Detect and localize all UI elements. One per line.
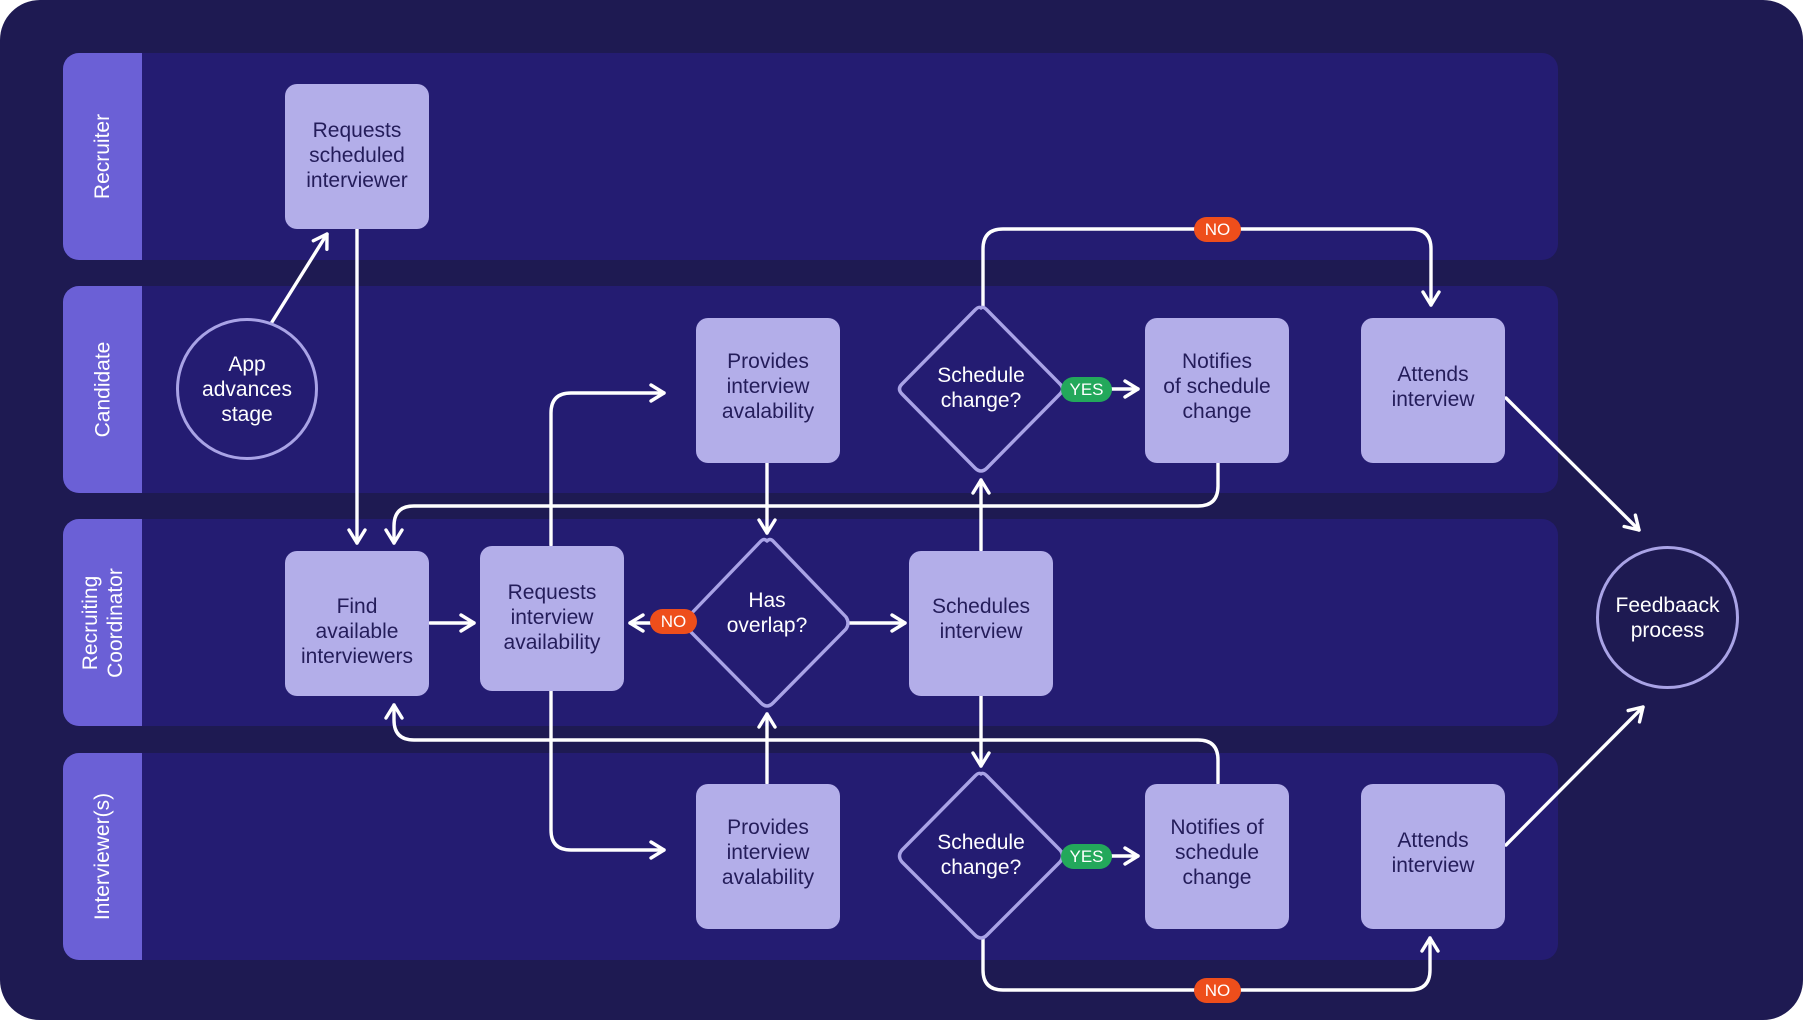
decision-label-candidate-schedule-change: Schedule change? <box>921 363 1041 413</box>
node-label-line: interviewers <box>300 645 414 668</box>
node-label-line: Schedule <box>937 831 1025 854</box>
connectors <box>270 227 1645 992</box>
node-label-line: overlap? <box>726 614 808 637</box>
edge-candidate-attends-to-feedback <box>1504 396 1641 532</box>
node-label-line: interview <box>1391 854 1475 877</box>
node-label-line: availability <box>503 631 601 654</box>
end-node-feedback-process: Feedbaack process <box>1596 546 1739 689</box>
process-requests-scheduled-interviewer: Requests scheduled interviewer <box>285 84 429 229</box>
node-label-line: available <box>315 620 399 643</box>
node-label: Notifies of schedule change <box>1152 815 1282 890</box>
decision-label-has-overlap: Has overlap? <box>707 588 827 638</box>
node-label-line: Provides <box>727 816 809 839</box>
node-label-line: Attends <box>1397 363 1469 386</box>
decision-label-interviewer-schedule-change: Schedule change? <box>921 830 1041 880</box>
node-label-line: change <box>1182 866 1252 889</box>
edge-requests-to-interviewer-provides <box>549 688 666 860</box>
node-label-line: advances <box>202 377 292 401</box>
node-label-line: Attends <box>1397 829 1469 852</box>
node-label: Schedules interview <box>916 594 1046 644</box>
node-label: Feedbaack process <box>1616 593 1720 643</box>
node-label-line: Has <box>748 589 786 612</box>
node-label-line: avalability <box>721 866 815 889</box>
edge-candidate-notifies-to-find <box>384 461 1220 545</box>
node-label: Attends interview <box>1368 362 1498 412</box>
no-badge-interviewer-change: NO <box>1194 978 1241 1003</box>
node-label-line: interview <box>726 841 810 864</box>
node-label: App advances stage <box>202 352 292 427</box>
node-label-line: change? <box>940 856 1022 879</box>
no-badge-candidate-change: NO <box>1194 217 1241 242</box>
node-label-line: stage <box>221 402 273 426</box>
process-schedules-interview: Schedules interview <box>909 551 1053 696</box>
node-label-line: of schedule <box>1163 375 1271 398</box>
start-node-app-advances-stage: App advances stage <box>176 318 318 460</box>
node-label-line: Feedbaack <box>1615 593 1720 617</box>
process-requests-interview-availability: Requests interview availability <box>480 546 624 691</box>
node-label-line: scheduled <box>309 144 405 167</box>
process-interviewer-attends-interview: Attends interview <box>1361 784 1505 929</box>
edge-requests-to-candidate-provides <box>549 383 666 547</box>
process-find-available-interviewers: Find available interviewers <box>285 551 429 696</box>
node-label-line: process <box>1630 618 1705 642</box>
process-interviewer-provides-availability: Provides interview avalability <box>696 784 840 929</box>
process-candidate-provides-availability: Provides interview avalability <box>696 318 840 463</box>
node-label-line: interview <box>510 606 594 629</box>
process-candidate-notifies-schedule-change: Notifies of schedule change <box>1145 318 1289 463</box>
node-label: Find available interviewers <box>292 594 422 669</box>
node-label-line: avalability <box>721 400 815 423</box>
yes-badge-candidate-change: YES <box>1061 377 1112 402</box>
node-label-line: schedule <box>1174 841 1260 864</box>
no-badge-has-overlap: NO <box>650 609 697 634</box>
edge-interviewer-notifies-to-find <box>384 703 1220 785</box>
node-label-line: App <box>228 352 266 376</box>
edge-app-to-requests-scheduled <box>270 232 329 324</box>
node-label-line: Requests <box>507 581 597 604</box>
node-label: Attends interview <box>1368 828 1498 878</box>
node-label-line: Notifies <box>1181 350 1253 373</box>
node-label-line: Requests <box>312 119 402 142</box>
node-label-line: change <box>1182 400 1252 423</box>
node-label: Provides interview avalability <box>703 349 833 424</box>
node-label-line: Find <box>336 595 378 618</box>
node-label-line: interview <box>1391 388 1475 411</box>
node-label: Notifies of schedule change <box>1152 349 1282 424</box>
node-label-line: change? <box>940 389 1022 412</box>
edge-interviewer-attends-to-feedback <box>1504 705 1645 847</box>
node-label-line: interviewer <box>306 169 408 192</box>
node-label-line: Schedules <box>931 595 1031 618</box>
node-label-line: interview <box>939 620 1023 643</box>
node-label-line: interview <box>726 375 810 398</box>
node-label: Requests scheduled interviewer <box>292 118 422 193</box>
process-interviewer-notifies-schedule-change: Notifies of schedule change <box>1145 784 1289 929</box>
node-label: Requests interview availability <box>487 580 617 655</box>
node-label-line: Notifies of <box>1170 816 1264 839</box>
node-label-line: Provides <box>727 350 809 373</box>
node-label: Provides interview avalability <box>703 815 833 890</box>
node-label-line: Schedule <box>937 364 1025 387</box>
yes-badge-interviewer-change: YES <box>1061 844 1112 869</box>
process-candidate-attends-interview: Attends interview <box>1361 318 1505 463</box>
